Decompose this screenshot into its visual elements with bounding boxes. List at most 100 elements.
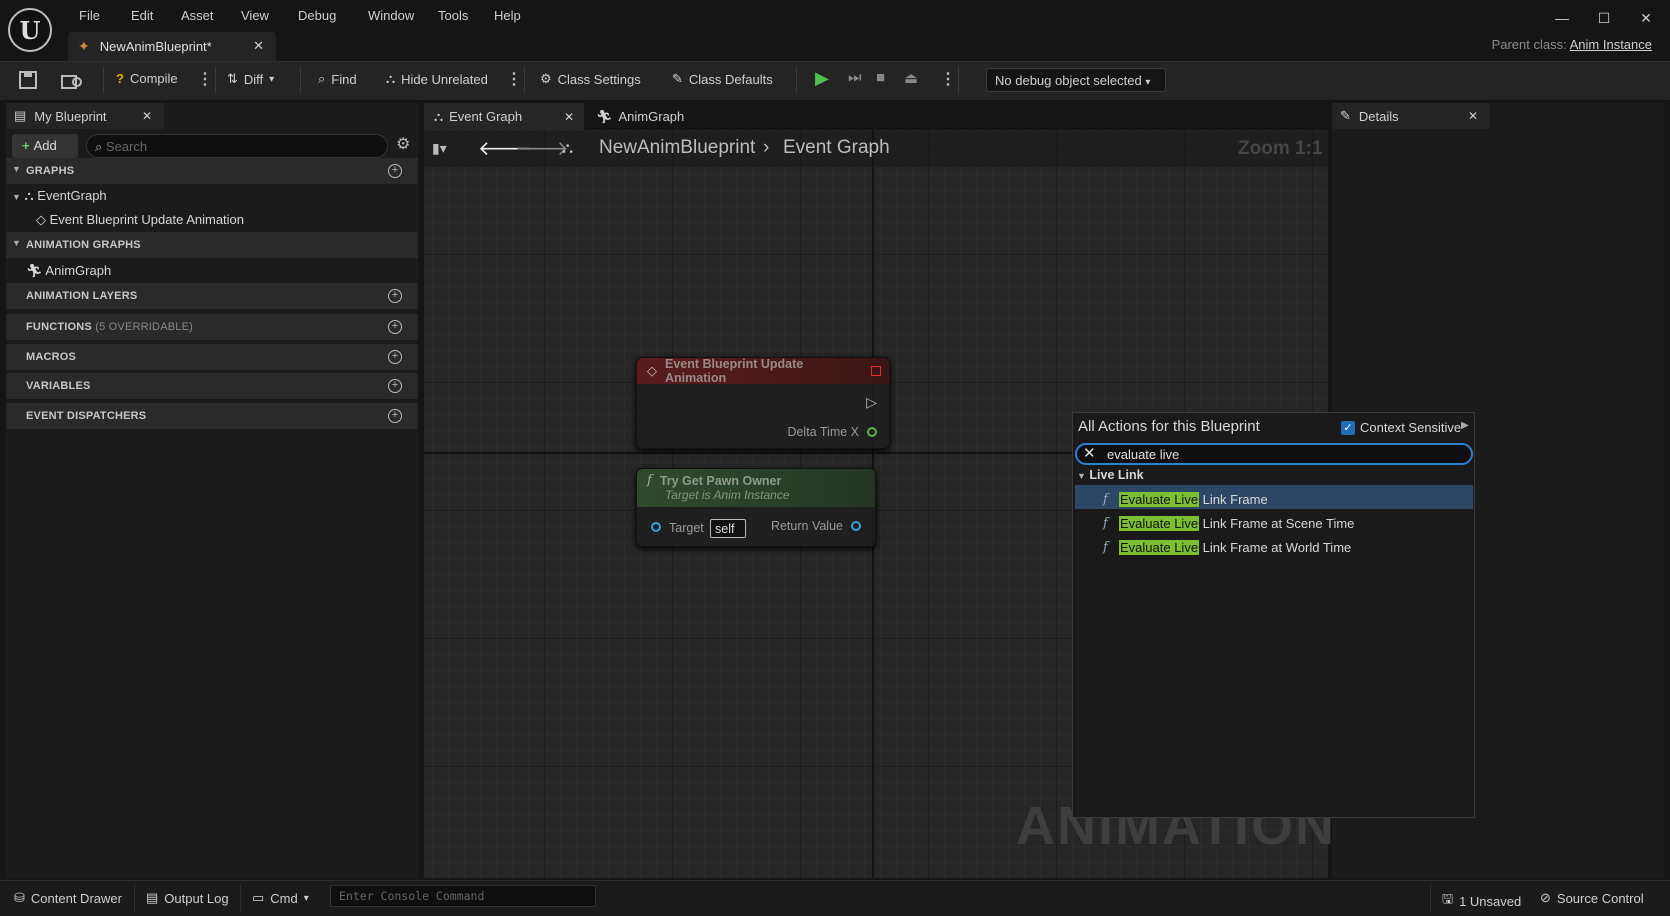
hide-unrelated-options-icon[interactable]: ⋮ [506,69,522,89]
source-control-button[interactable]: ⊘ Source Control [1540,890,1644,906]
class-settings-button[interactable]: ⚙ Class Settings [540,71,641,87]
play-options-icon[interactable]: ⋮ [940,69,956,89]
add-variable-icon[interactable]: + [388,379,402,393]
category-live-link[interactable]: ▼ Live Link [1077,468,1144,482]
hide-unrelated-button[interactable]: ⛬ Hide Unrelated [386,71,488,87]
gear-icon: ⚙ [540,71,552,86]
section-animation-layers[interactable]: ANIMATION LAYERS + [6,283,418,309]
terminal-icon: ▭ [252,890,265,905]
tab-event-graph[interactable]: ⛬ Event Graph ✕ [424,103,584,130]
unsaved-button[interactable]: 🖫︎ 1 Unsaved [1442,890,1521,912]
play-icon[interactable]: ▶ [815,68,829,89]
clear-search-icon[interactable]: ✕ [1083,444,1096,462]
action-menu-title: All Actions for this Blueprint [1078,418,1260,435]
content-drawer-button[interactable]: ⛁ Content Drawer [14,890,122,906]
section-animation-layers-label: ANIMATION LAYERS [26,290,138,302]
step-icon[interactable]: ⏭ [848,69,862,86]
section-animation-graphs[interactable]: ▼ ANIMATION GRAPHS [6,232,418,258]
minimize-icon[interactable]: — [1550,10,1574,30]
node-event-update[interactable]: ◇ Event Blueprint Update Animation ▷ Del… [636,357,890,449]
forward-arrow-icon[interactable]: 🡒 [515,136,569,161]
unreal-logo[interactable]: U [8,8,52,52]
add-button[interactable]: + Add [12,134,78,158]
window-close-icon[interactable]: ✕ [1634,10,1658,30]
add-dispatcher-icon[interactable]: + [388,409,402,423]
tree-item-eventgraph[interactable]: ▼ ⛬ EventGraph [12,188,107,204]
find-button[interactable]: ⌕ Find [318,71,357,87]
result-match: Evaluate Live [1119,539,1200,555]
add-layer-icon[interactable]: + [388,289,402,303]
tree-item-animgraph[interactable]: 🏃︎ AnimGraph [26,263,111,279]
target-value-field[interactable]: self [710,519,746,538]
compile-options-icon[interactable]: ⋮ [197,69,213,89]
graph-axis-horizontal [424,452,1076,454]
menu-debug[interactable]: Debug [294,6,340,25]
close-icon[interactable]: ✕ [1468,109,1478,123]
menu-window[interactable]: Window [364,6,418,25]
object-pin-icon[interactable] [651,522,661,532]
menu-tools[interactable]: Tools [434,6,472,25]
settings-icon[interactable]: ⚙ [396,134,410,154]
bookmark-icon[interactable]: ▮▾ [432,140,447,157]
result-item[interactable]: f Evaluate Live Link Frame at Scene Time [1075,509,1473,533]
menu-view[interactable]: View [237,6,273,25]
output-log-button[interactable]: ▤ Output Log [146,890,229,906]
section-graphs[interactable]: ▼ GRAPHS + [6,158,418,184]
close-icon[interactable]: ✕ [564,110,574,124]
compile-button[interactable]: ? Compile [116,71,178,86]
diff-button[interactable]: ⇅ Diff ▾ [227,71,274,87]
object-pin-icon[interactable] [851,521,861,531]
node-try-get-pawn-owner[interactable]: f Try Get Pawn Owner Target is Anim Insta… [636,468,876,547]
eject-icon[interactable]: ⏏ [904,69,918,87]
browse-icon[interactable] [60,70,84,90]
menu-edit[interactable]: Edit [127,6,157,25]
close-icon[interactable]: ✕ [142,109,152,123]
save-icon[interactable] [18,70,38,90]
context-sensitive-checkbox[interactable]: ✓ [1341,421,1355,435]
document-tab[interactable]: ✦ NewAnimBlueprint* ✕ [68,32,276,61]
float-pin-icon[interactable] [867,427,877,437]
stop-icon[interactable]: ■ [876,69,885,86]
result-item[interactable]: f Evaluate Live Link Frame [1075,485,1473,509]
section-event-dispatchers[interactable]: EVENT DISPATCHERS + [6,403,418,429]
section-functions[interactable]: FUNCTIONS (5 OVERRIDABLE) + [6,314,418,340]
section-functions-note: (5 OVERRIDABLE) [95,321,193,333]
section-variables[interactable]: VARIABLES + [6,373,418,399]
console-input[interactable]: Enter Console Command [330,885,596,907]
diff-icon: ⇅ [227,71,238,86]
add-function-icon[interactable]: + [388,320,402,334]
tree-item-event-update-label: Event Blueprint Update Animation [49,212,245,227]
add-label: Add [33,138,57,153]
debug-object-select[interactable]: No debug object selected ▾ [986,68,1166,92]
graph-icon: ⛬ [24,188,34,203]
action-search-input[interactable]: evaluate live [1075,443,1473,465]
diff-label: Diff [243,71,264,87]
tree-item-event-update[interactable]: ◇ Event Blueprint Update Animation [36,212,244,228]
maximize-icon[interactable]: ☐ [1592,10,1616,30]
cmd-select[interactable]: ▭ Cmd ▾ [252,890,309,906]
section-macros[interactable]: MACROS + [6,344,418,370]
search-placeholder: Search [105,139,148,154]
menu-file[interactable]: File [75,6,104,25]
chevron-right-icon[interactable]: ▶ [1461,420,1469,431]
add-graph-icon[interactable]: + [388,164,402,178]
exec-pin-icon[interactable]: ▷ [866,394,877,411]
search-icon: ⌕ [95,139,103,154]
result-item[interactable]: f Evaluate Live Link Frame at World Time [1075,533,1473,557]
my-blueprint-panel: ▤ My Blueprint ✕ + Add ⌕ Search ⚙ ▼ GRAPHS +… [6,103,418,878]
menu-asset[interactable]: Asset [177,6,218,25]
search-input[interactable]: ⌕ Search [86,134,388,158]
delegate-pin-icon[interactable] [871,366,881,376]
node-pawn-subtitle: Target is Anim Instance [665,488,790,502]
my-blueprint-tab[interactable]: ▤ My Blueprint ✕ [6,103,164,129]
parent-class-link[interactable]: Anim Instance [1570,37,1652,52]
tab-animgraph[interactable]: 🏃︎ AnimGraph [586,103,694,130]
details-tab[interactable]: ✎ Details ✕ [1332,103,1490,129]
menu-help[interactable]: Help [490,6,525,25]
class-defaults-button[interactable]: ✎ Class Defaults [672,71,773,87]
pin-delta-time-label: Delta Time X [787,425,859,439]
close-icon[interactable]: ✕ [253,38,264,54]
add-macro-icon[interactable]: + [388,350,402,364]
function-icon: f [1103,491,1108,507]
breadcrumb-root[interactable]: NewAnimBlueprint [599,137,755,159]
